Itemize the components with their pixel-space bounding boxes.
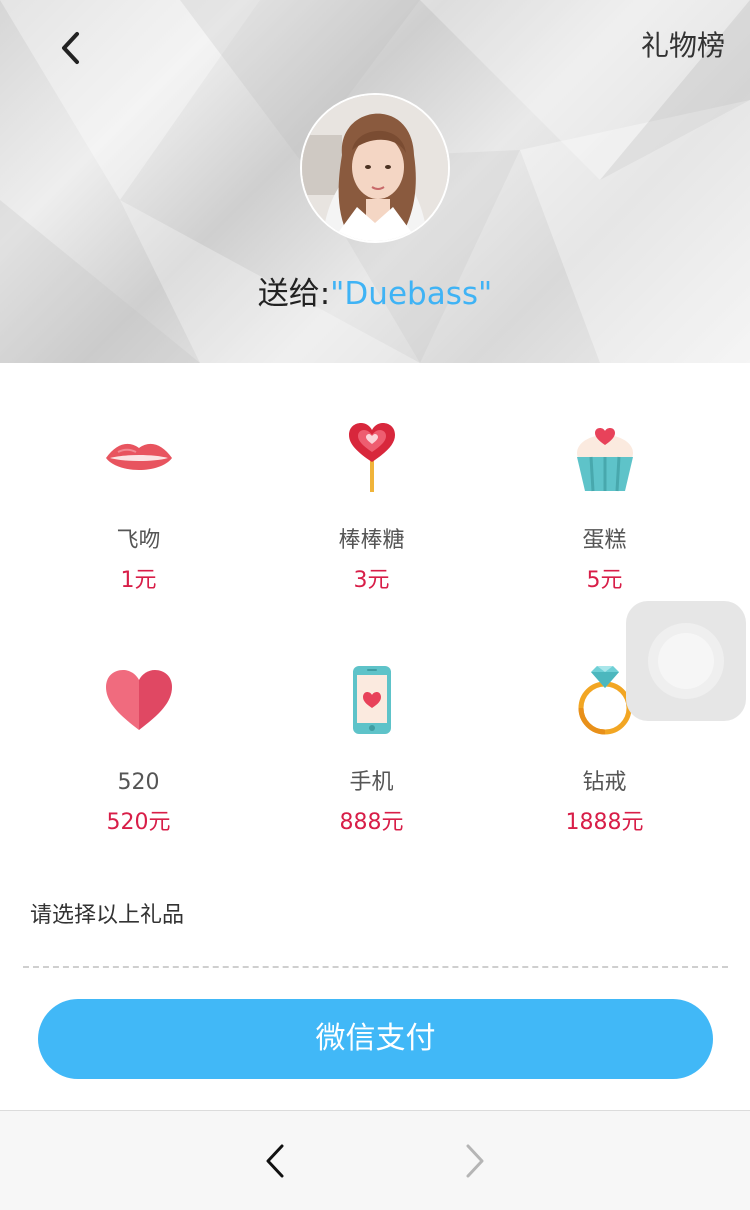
gift-name: 520 — [117, 770, 160, 795]
gift-item-kiss[interactable]: 飞吻 1元 — [22, 363, 255, 603]
wechat-pay-button[interactable]: 微信支付 — [38, 999, 713, 1079]
send-to-label: 送给: — [257, 276, 331, 312]
avatar — [300, 93, 450, 243]
gift-price: 520元 — [106, 810, 171, 835]
recipient-name: "Duebass" — [330, 276, 493, 312]
heart-icon — [94, 655, 184, 745]
gift-name: 蛋糕 — [582, 528, 627, 553]
gift-name: 棒棒糖 — [338, 528, 405, 553]
gift-price: 3元 — [353, 568, 390, 593]
assistive-ring — [648, 623, 724, 699]
gift-price: 1888元 — [565, 810, 644, 835]
dashed-divider — [23, 966, 728, 968]
gift-ranking-link[interactable]: 礼物榜 — [641, 28, 725, 64]
gift-price: 888元 — [339, 810, 404, 835]
gift-name: 飞吻 — [116, 528, 161, 553]
browser-bottom-bar — [0, 1110, 750, 1210]
gift-price: 5元 — [586, 568, 623, 593]
browser-back-button[interactable] — [255, 1141, 295, 1181]
chevron-right-icon — [466, 1144, 484, 1178]
gift-item-lollipop[interactable]: 棒棒糖 3元 — [255, 363, 488, 603]
lollipop-icon — [327, 413, 417, 503]
avatar-photo — [302, 95, 448, 241]
gift-item-cake[interactable]: 蛋糕 5元 — [488, 363, 721, 603]
chevron-left-icon — [266, 1144, 284, 1178]
gift-name: 手机 — [349, 770, 394, 795]
back-button[interactable] — [50, 28, 90, 68]
floating-assistive-button[interactable] — [626, 601, 746, 721]
cupcake-icon — [560, 413, 650, 503]
phone-icon — [327, 655, 417, 745]
gift-name: 钻戒 — [582, 770, 627, 795]
profile-header: 礼物榜 送给:"Duebass" — [0, 0, 750, 363]
lips-icon — [94, 413, 184, 503]
select-gift-hint: 请选择以上礼品 — [30, 903, 185, 928]
gift-price: 1元 — [120, 568, 157, 593]
chevron-left-icon — [62, 32, 79, 64]
send-to-line: 送给:"Duebass" — [0, 272, 750, 316]
gift-item-520[interactable]: 520 520元 — [22, 605, 255, 845]
browser-forward-button[interactable] — [455, 1141, 495, 1181]
gift-item-phone[interactable]: 手机 888元 — [255, 605, 488, 845]
